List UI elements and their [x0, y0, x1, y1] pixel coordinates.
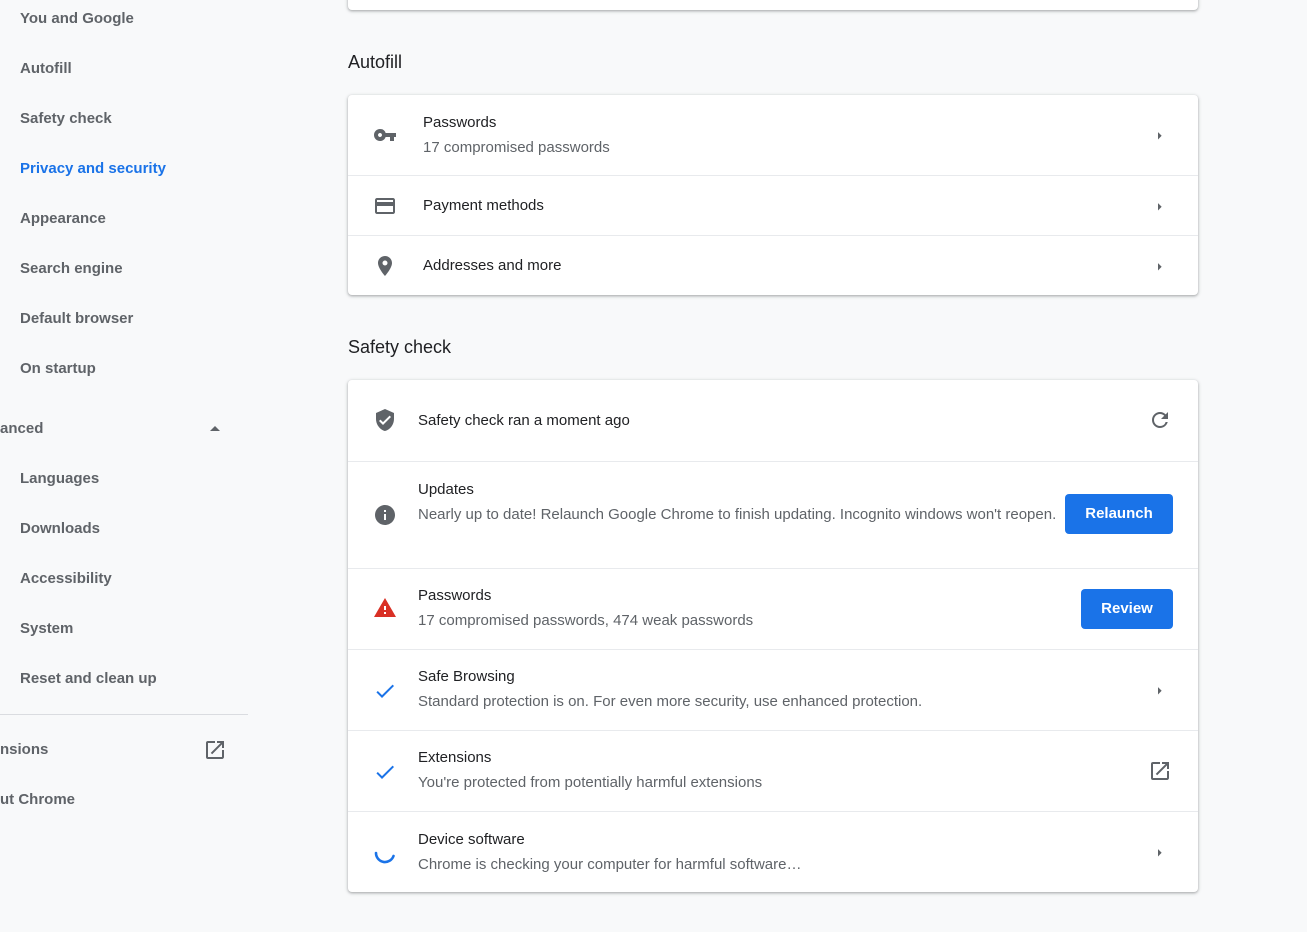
sidebar-item-you-and-google[interactable]: You and Google	[20, 4, 134, 34]
sidebar-item-reset-and-clean-up[interactable]: Reset and clean up	[20, 664, 157, 694]
info-icon	[375, 505, 395, 525]
safety-check-section-title: Safety check	[348, 337, 452, 357]
sidebar: You and Google Autofill Safety check Pri…	[0, 0, 248, 932]
sidebar-item-downloads[interactable]: Downloads	[20, 514, 100, 544]
safety-check-safe-browsing-row[interactable]: Safe Browsing Standard protection is on.…	[348, 649, 1198, 730]
safe-browsing-title: Safe Browsing	[418, 668, 515, 685]
safety-check-device-software-row[interactable]: Device software Chrome is checking your …	[348, 811, 1198, 892]
sidebar-divider	[0, 714, 248, 715]
key-icon	[374, 129, 396, 141]
open-in-new-icon[interactable]	[1148, 759, 1172, 783]
autofill-section-title: Autofill	[348, 52, 403, 72]
sidebar-item-autofill[interactable]: Autofill	[20, 54, 72, 84]
sidebar-item-search-engine[interactable]: Search engine	[20, 254, 123, 284]
credit-card-icon	[375, 198, 395, 214]
autofill-addresses-title: Addresses and more	[423, 257, 562, 274]
safety-check-extensions-row[interactable]: Extensions You're protected from potenti…	[348, 730, 1198, 811]
arrow-right-icon[interactable]	[1152, 258, 1168, 274]
relaunch-button[interactable]: Relaunch	[1065, 494, 1173, 534]
device-software-subtitle: Chrome is checking your computer for har…	[418, 856, 802, 873]
sidebar-item-about-chrome[interactable]: ut Chrome	[0, 785, 75, 815]
caret-up-icon[interactable]	[203, 417, 227, 441]
checkmark-icon	[376, 684, 394, 698]
sidebar-item-privacy-and-security[interactable]: Privacy and security	[20, 154, 166, 184]
extensions-title: Extensions	[418, 749, 492, 766]
updates-subtitle: Nearly up to date! Relaunch Google Chrom…	[418, 506, 1057, 523]
autofill-payment-methods-title: Payment methods	[423, 197, 544, 214]
open-in-new-icon[interactable]	[203, 738, 227, 762]
sidebar-item-accessibility[interactable]: Accessibility	[20, 564, 112, 594]
extensions-subtitle: You're protected from potentially harmfu…	[418, 774, 763, 791]
autofill-addresses-row[interactable]: Addresses and more	[348, 235, 1198, 295]
sidebar-item-languages[interactable]: Languages	[20, 464, 99, 494]
updates-title: Updates	[418, 481, 474, 498]
shield-check-icon	[376, 409, 394, 431]
safety-check-updates-row: Updates Nearly up to date! Relaunch Goog…	[348, 461, 1198, 568]
safety-check-status-text: Safety check ran a moment ago	[418, 412, 630, 429]
sidebar-item-extensions[interactable]: nsions	[0, 735, 48, 765]
arrow-right-icon[interactable]	[1152, 127, 1168, 143]
previous-section-card	[348, 0, 1198, 10]
safety-check-passwords-row: Passwords 17 compromised passwords, 474 …	[348, 568, 1198, 649]
autofill-payment-methods-row[interactable]: Payment methods	[348, 175, 1198, 235]
refresh-icon[interactable]	[1148, 408, 1172, 432]
arrow-right-icon[interactable]	[1152, 844, 1168, 860]
sidebar-item-appearance[interactable]: Appearance	[20, 204, 106, 234]
review-passwords-button[interactable]: Review	[1081, 589, 1173, 629]
autofill-card: Passwords 17 compromised passwords Payme…	[348, 95, 1198, 295]
autofill-passwords-title: Passwords	[423, 114, 497, 131]
warning-icon	[374, 598, 396, 617]
safety-check-header-row: Safety check ran a moment ago	[348, 380, 1198, 461]
arrow-right-icon[interactable]	[1152, 682, 1168, 698]
passwords-check-subtitle: 17 compromised passwords, 474 weak passw…	[418, 612, 754, 629]
sidebar-item-system[interactable]: System	[20, 614, 73, 644]
spinner-icon	[374, 851, 395, 864]
sidebar-advanced-toggle[interactable]: anced	[0, 414, 43, 444]
location-pin-icon	[378, 256, 392, 276]
sidebar-item-default-browser[interactable]: Default browser	[20, 304, 133, 334]
safe-browsing-subtitle: Standard protection is on. For even more…	[418, 693, 923, 710]
checkmark-icon	[376, 765, 394, 779]
arrow-right-icon[interactable]	[1152, 198, 1168, 214]
sidebar-item-on-startup[interactable]: On startup	[20, 354, 96, 384]
autofill-passwords-subtitle: 17 compromised passwords	[423, 139, 610, 156]
safety-check-card: Safety check ran a moment ago Updates Ne…	[348, 380, 1198, 892]
passwords-check-title: Passwords	[418, 587, 492, 604]
device-software-title: Device software	[418, 831, 525, 848]
autofill-passwords-row[interactable]: Passwords 17 compromised passwords	[348, 95, 1198, 175]
sidebar-item-safety-check[interactable]: Safety check	[20, 104, 112, 134]
